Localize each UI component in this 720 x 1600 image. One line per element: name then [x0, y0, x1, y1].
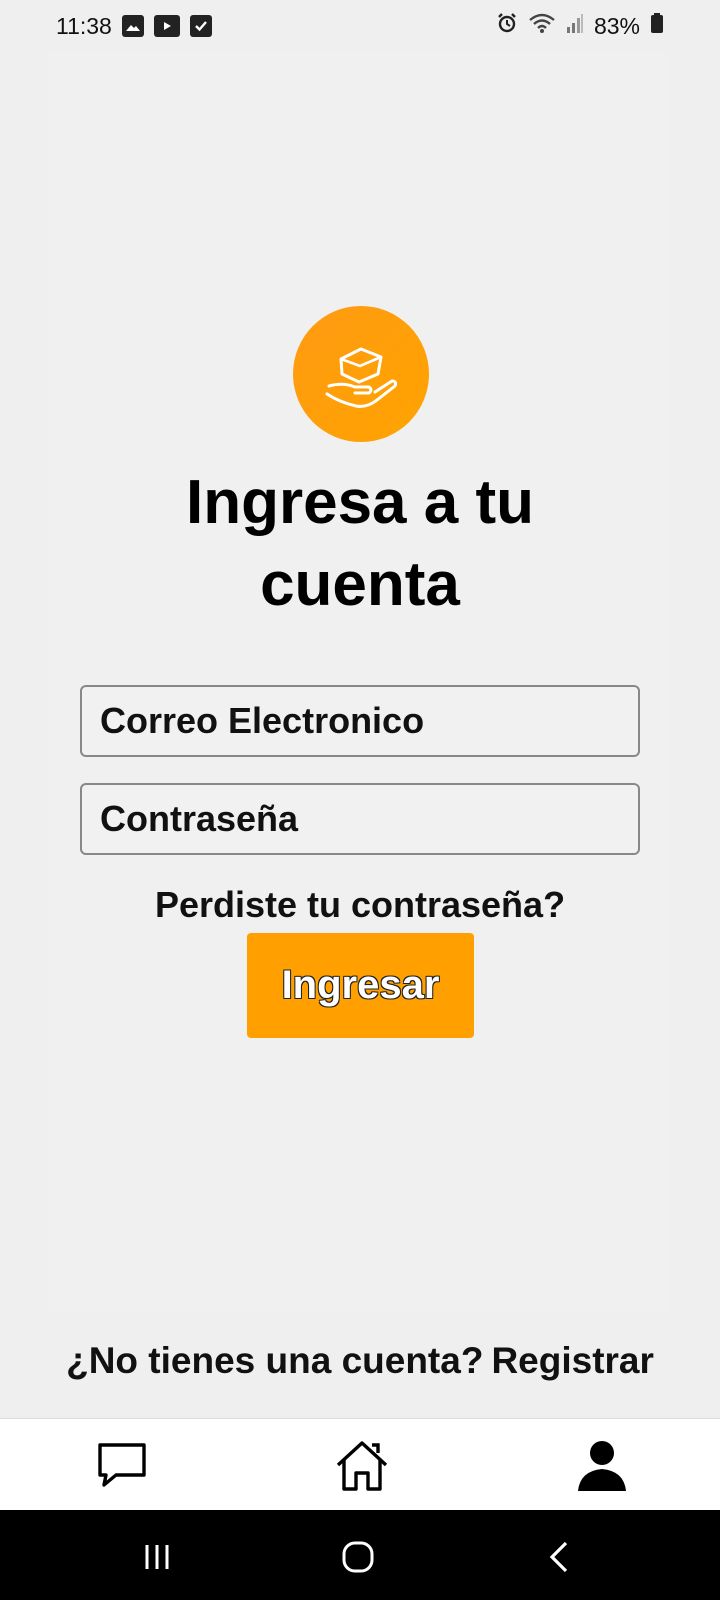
status-bar-left: 11:38	[56, 13, 212, 40]
checkbox-icon	[189, 15, 212, 37]
content-panel	[48, 52, 668, 1312]
chat-icon	[98, 1443, 146, 1487]
register-prompt: ¿No tienes una cuenta?	[66, 1340, 484, 1381]
system-nav-bar	[0, 1510, 720, 1600]
email-field[interactable]	[80, 685, 640, 757]
status-bar: 11:38 83%	[0, 0, 720, 52]
register-link[interactable]: Registrar	[491, 1340, 653, 1381]
status-time: 11:38	[56, 12, 112, 39]
chat-tab[interactable]	[94, 1437, 150, 1493]
profile-icon	[578, 1441, 626, 1491]
battery-text: 83%	[593, 12, 640, 39]
register-row: ¿No tienes una cuenta? Registrar	[0, 1340, 720, 1382]
gallery-icon	[121, 15, 144, 37]
recents-icon	[145, 1545, 169, 1569]
alarm-icon	[496, 12, 518, 40]
youtube-icon	[153, 15, 180, 37]
status-bar-right: 83%	[496, 12, 664, 40]
home-tab[interactable]	[334, 1437, 390, 1493]
forgot-password-link[interactable]: Perdiste tu contraseña?	[0, 884, 720, 926]
back-button[interactable]	[540, 1537, 580, 1577]
home-icon	[336, 1441, 388, 1491]
wifi-icon	[528, 12, 556, 40]
bottom-nav	[0, 1418, 720, 1511]
hand-holding-box-icon	[325, 347, 398, 408]
home-circle-icon	[342, 1541, 374, 1573]
profile-tab[interactable]	[574, 1437, 630, 1493]
home-system-button[interactable]	[338, 1537, 378, 1577]
page-title: Ingresa a tu cuenta	[186, 468, 534, 619]
recents-button[interactable]	[137, 1537, 177, 1577]
back-icon	[549, 1541, 568, 1573]
password-field[interactable]	[80, 783, 640, 855]
battery-icon	[650, 12, 664, 40]
signal-icon	[566, 12, 584, 40]
app-logo	[293, 306, 429, 442]
login-button[interactable]: Ingresar	[247, 933, 474, 1038]
